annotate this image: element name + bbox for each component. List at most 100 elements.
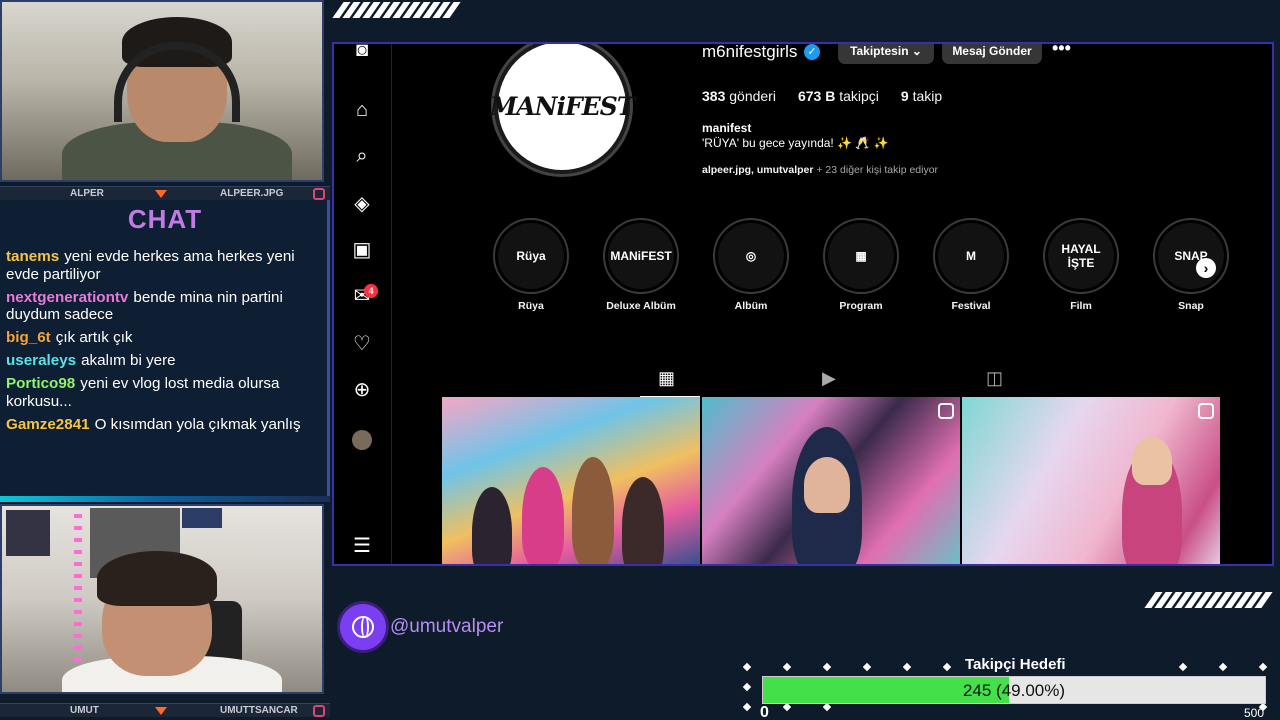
figure [522,467,564,564]
profile-logo: MANiFEST [489,91,636,121]
stream-overlay: ALPER ALPEER.JPG CHAT tanems yeni evde he… [0,0,1280,720]
search-icon[interactable]: ⌕ [350,144,374,168]
highlight-item[interactable]: SNAP Snap [1136,218,1246,312]
highlight-cover: M [938,223,1004,289]
figure [472,487,512,564]
instagram-sidebar: ◙ ⌂ ⌕ ◈ ▣ ✉ 4 ♡ ⊕ ☰ [334,44,392,564]
highlight-ring: MANiFEST [603,218,679,294]
highlight-label: Film [1070,300,1092,312]
figure [1132,437,1172,485]
instagram-icon [313,705,325,717]
posts-stat[interactable]: 383 gönderi [702,88,776,104]
chat-message: big_6t çık artık çık [6,329,324,347]
highlight-item[interactable]: ▦ Program [806,218,916,312]
heart-icon[interactable]: ♡ [350,332,374,356]
net-node [902,662,912,672]
chevron-right-icon[interactable]: › [1196,258,1216,278]
more-options-icon[interactable]: ••• [1052,44,1071,59]
goal-progress-text: 245 (49.00%) [962,681,1066,700]
reels-tab-icon[interactable]: ▶ [822,368,836,389]
net-node [782,662,792,672]
reel-icon [938,403,954,419]
highlight-cover: Rüya [498,223,564,289]
chat-messages: tanems yeni evde herkes ama herkes yeni e… [6,248,324,439]
highlight-cover: MANiFEST [608,223,674,289]
goal-min: 0 [760,704,769,720]
send-message-button[interactable]: Mesaj Gönder [942,44,1042,64]
highlight-ring: SNAP [1153,218,1229,294]
profile-picture[interactable]: MANiFEST [490,44,635,174]
chat-username: nextgenerationtv [6,288,129,306]
net-node [1178,662,1188,672]
net-node [862,662,872,672]
highlight-ring: ▦ [823,218,899,294]
following-stat[interactable]: 9 takip [901,88,942,104]
chat-message: Portico98 yeni ev vlog lost media olursa … [6,375,324,410]
messages-badge: 4 [364,284,378,298]
chat-username: useraleys [6,352,77,369]
cam-bottom-name: UMUT [70,705,99,716]
highlight-item[interactable]: M Festival [916,218,1026,312]
reel-icon [1198,403,1214,419]
highlight-cover: HAYAL İŞTE [1048,223,1114,289]
create-icon[interactable]: ⊕ [350,378,374,402]
chat-title: CHAT [127,204,203,234]
highlight-label: Rüya [518,300,544,312]
net-node [1258,662,1268,672]
menu-icon[interactable]: ☰ [350,534,374,558]
reels-icon[interactable]: ▣ [350,238,374,262]
net-node [822,662,832,672]
post-thumbnail[interactable] [442,397,700,564]
post-thumbnail[interactable] [702,397,960,564]
highlight-cover: ◎ [718,223,784,289]
chat-username: tanems [6,248,60,265]
followed-by[interactable]: alpeer.jpg, umutvalper + 23 diğer kişi t… [702,164,938,176]
social-handle: @umutvalper [340,604,503,650]
highlight-item[interactable]: MANiFEST Deluxe Albüm [586,218,696,312]
highlight-item[interactable]: Rüya Rüya [476,218,586,312]
cam-top-handle: ALPEER.JPG [220,188,284,199]
chat-username: Portico98 [6,375,76,392]
nameplate-bottom: UMUT UMUTTSANCAR [0,703,330,717]
chat-text: çık artık çık [55,329,133,346]
goal-title: Takipçi Hedefi [965,656,1066,673]
net-node [1218,662,1228,672]
following-button[interactable]: Takiptesin ⌄ [838,44,934,64]
bio-name: manifest [702,121,752,135]
net-node [822,702,832,712]
chat-username: big_6t [6,329,51,346]
net-node [942,662,952,672]
explore-icon[interactable]: ◈ [350,192,374,216]
home-icon[interactable]: ⌂ [350,98,374,122]
chat-message: useraleys akalım bi yere [6,352,324,370]
highlight-item[interactable]: ◎ Albüm [696,218,806,312]
highlight-ring: ◎ [713,218,789,294]
slash-decoration [332,2,461,18]
net-node [782,702,792,712]
profile-avatar[interactable] [352,430,372,450]
net-node [742,702,752,712]
highlight-item[interactable]: HAYAL İŞTE Film [1026,218,1136,312]
net-node [742,682,752,692]
followers-stat[interactable]: 673 B takipçi [798,88,879,104]
figure [572,457,614,564]
cam-bottom-handle: UMUTTSANCAR [220,705,298,716]
globe-icon [340,604,386,650]
cam-top-name: ALPER [70,188,104,199]
camera-icon[interactable]: ◙ [350,44,374,62]
figure [804,457,850,513]
wall-poster [182,508,222,528]
chat-message: tanems yeni evde herkes ama herkes yeni e… [6,248,324,283]
chat-username: Gamze2841 [6,415,90,433]
highlight-cover: ▦ [828,223,894,289]
tagged-icon[interactable]: ◫ [986,368,1003,389]
grid-icon[interactable]: ▦ [658,368,675,389]
highlight-ring: Rüya [493,218,569,294]
bio-text: 'RÜYA' bu gece yayında! ✨ 🥂 ✨ [702,136,889,150]
post-thumbnail[interactable] [962,397,1220,564]
chat-panel: CHAT tanems yeni evde herkes ama herkes y… [0,200,330,498]
chat-divider [0,496,330,502]
scrollbar[interactable] [1272,54,1274,214]
highlight-cover: SNAP [1158,223,1224,289]
highlight-label: Program [839,300,883,312]
